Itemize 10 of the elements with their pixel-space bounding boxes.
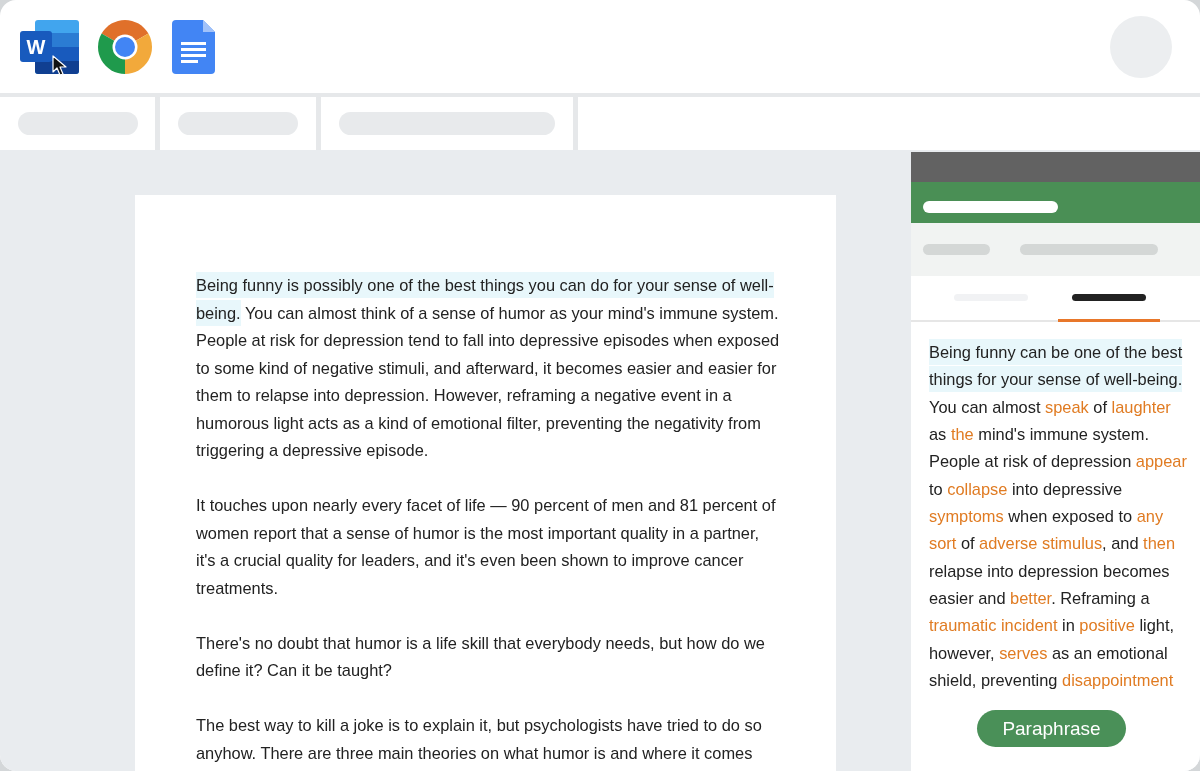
paraphrase-button[interactable]: Paraphrase bbox=[977, 710, 1126, 748]
wheel-icon[interactable] bbox=[98, 19, 152, 74]
document-icon[interactable] bbox=[172, 19, 215, 74]
paragraph: Being funny is possibly one of the best things you can do for your sense of well-being. You can almost think of a sense of humor as your mind's immune system. People at risk for depression tend to fall into depressive episodes when exposed to some kind of negative stimuli, and afterward, it becomes easier and easier for them to relapse into depression. However, reframing a negative event in a humorous light acts as a kind of emotional filter, preventing the negativity from triggering a depressive episode. bbox=[196, 272, 782, 465]
cursor-icon bbox=[52, 54, 69, 76]
paraphrased-text: Being funny can be one of the best things for your sense of well-being. You can almost speak of laughter as the mind's immune system. People at risk of depression appear to collapse into depressive symptoms when exposed to any sort of adverse stimulus, and then relapse into depression becomes easier and better. Reframing a traumatic incident in positive light, however, serves as an emotional shield, preventing disappointment bbox=[911, 322, 1200, 695]
placeholder-bar bbox=[923, 244, 990, 255]
paragraph: The best way to kill a joke is to explain it, but psychologists have tried to do so anyhow. There are three main theories on what humor is and where it comes bbox=[196, 715, 763, 764]
paragraph: It touches upon nearly every facet of life — 90 percent of men and 81 percent of women report that a sense of humor is the most important quality in a partner, it's a crucial quality for leaders, and it's even been shown to improve cancer treatments. bbox=[196, 495, 777, 599]
paragraph: There's no doubt that humor is a life skill that everybody needs, but how do we define it? Can it be taught? bbox=[196, 632, 766, 681]
